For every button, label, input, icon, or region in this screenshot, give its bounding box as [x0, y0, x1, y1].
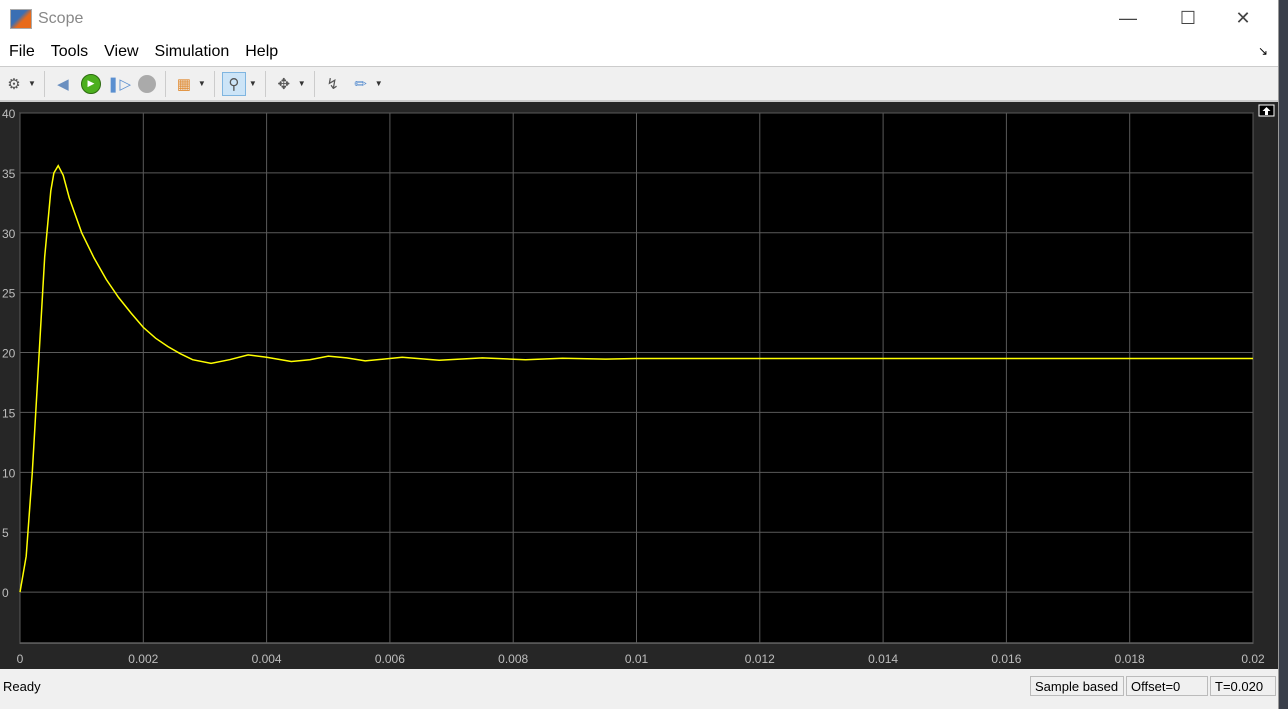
stop-icon[interactable]	[136, 73, 158, 95]
minimize-icon[interactable]: —	[1118, 8, 1138, 29]
sample-mode: Sample based	[1030, 676, 1124, 696]
y-tick-label: 10	[2, 466, 16, 480]
x-tick-label: 0.016	[991, 652, 1021, 666]
separator	[164, 70, 166, 97]
x-tick-label: 0.012	[745, 652, 775, 666]
matlab-logo-icon	[10, 9, 32, 29]
cursor-measure-icon[interactable]: ✏	[350, 73, 372, 95]
toolbar: ⚙ ▼ ◀ ▶ ❚▷ ▦ ▼ ⚲ ▼ ✥ ▼ ↯ ✏ ▼	[0, 67, 1278, 102]
chevron-down-icon[interactable]: ▼	[198, 79, 206, 88]
x-tick-label: 0.006	[375, 652, 405, 666]
dock-icon[interactable]: ↘	[1258, 44, 1268, 58]
trigger-icon[interactable]: ↯	[322, 73, 344, 95]
y-tick-label: 0	[2, 586, 9, 600]
time-readout: T=0.020	[1210, 676, 1276, 696]
status-bar: Ready Sample based Offset=0 T=0.020	[0, 671, 1278, 701]
status-text: Ready	[3, 679, 41, 694]
menu-bar: File Tools View Simulation Help ↘	[0, 38, 1278, 67]
undock-axes-icon[interactable]	[1258, 104, 1275, 117]
maximize-icon[interactable]: ☐	[1178, 8, 1198, 29]
chevron-down-icon[interactable]: ▼	[298, 79, 306, 88]
y-tick-label: 20	[2, 347, 16, 361]
menu-simulation[interactable]: Simulation	[155, 43, 230, 61]
y-tick-label: 35	[2, 167, 16, 181]
x-tick-label: 0.004	[252, 652, 282, 666]
x-tick-label: 0.014	[868, 652, 898, 666]
chevron-down-icon[interactable]: ▼	[249, 79, 257, 88]
menu-view[interactable]: View	[104, 43, 138, 61]
separator	[213, 70, 215, 97]
y-tick-label: 30	[2, 227, 16, 241]
menu-file[interactable]: File	[9, 43, 35, 61]
x-tick-label: 0.02	[1241, 652, 1265, 666]
separator	[43, 70, 45, 97]
x-tick-label: 0.002	[128, 652, 158, 666]
gear-icon[interactable]: ⚙	[3, 73, 25, 95]
chevron-down-icon[interactable]: ▼	[28, 79, 36, 88]
chevron-down-icon[interactable]: ▼	[375, 79, 383, 88]
title-bar: Scope — ☐ ✕	[0, 0, 1278, 38]
y-tick-label: 15	[2, 406, 16, 420]
x-tick-label: 0.018	[1115, 652, 1145, 666]
close-icon[interactable]: ✕	[1233, 8, 1253, 29]
separator	[264, 70, 266, 97]
step-forward-icon[interactable]: ❚▷	[107, 73, 131, 95]
signal-select-icon[interactable]: ▦	[173, 73, 195, 95]
window-title: Scope	[38, 10, 84, 27]
zoom-x-icon[interactable]: ⚲	[221, 71, 246, 96]
y-tick-label: 40	[2, 107, 16, 121]
autoscale-icon[interactable]: ✥	[273, 73, 295, 95]
offset-readout: Offset=0	[1126, 676, 1208, 696]
step-back-icon[interactable]: ◀	[52, 73, 74, 95]
scope-window: Scope — ☐ ✕ File Tools View Simulation H…	[0, 0, 1279, 709]
scope-plot[interactable]: 0 0.002 0.004 0.006 0.008 0.01 0.012 0.014 0.016…	[0, 102, 1278, 669]
y-tick-label: 5	[2, 526, 9, 540]
menu-tools[interactable]: Tools	[51, 43, 88, 61]
separator	[313, 70, 315, 97]
run-icon[interactable]: ▶	[80, 73, 102, 95]
scope-display: 0 0.002 0.004 0.006 0.008 0.01 0.012 0.014 0.016…	[0, 102, 1278, 669]
x-tick-label: 0.008	[498, 652, 528, 666]
x-tick-label: 0.01	[625, 652, 649, 666]
x-tick-label: 0	[17, 652, 24, 666]
y-tick-label: 25	[2, 287, 16, 301]
menu-help[interactable]: Help	[245, 43, 278, 61]
